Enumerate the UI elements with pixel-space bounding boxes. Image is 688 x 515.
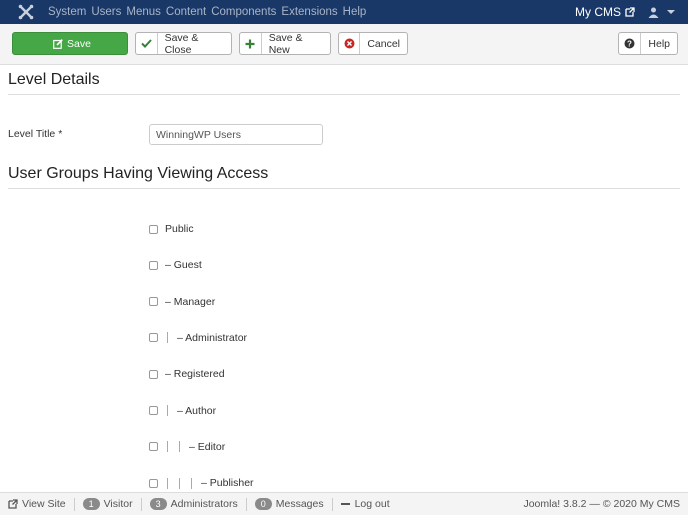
user-group-item[interactable]: Public — [149, 222, 194, 236]
menu-users[interactable]: Users — [91, 6, 121, 18]
tree-indent-bar — [167, 477, 168, 489]
menu-menus[interactable]: Menus — [126, 6, 161, 18]
group-label: – Publisher — [201, 477, 254, 490]
user-group-item[interactable]: – Editor — [149, 440, 225, 454]
site-name: My CMS — [575, 5, 621, 19]
toolbar: Save Save & Close Save & New Cancel ? He… — [0, 24, 688, 65]
group-checkbox[interactable] — [149, 369, 158, 379]
user-group-item[interactable]: – Publisher — [149, 476, 254, 490]
tree-indent-bar — [167, 405, 168, 416]
menu-extensions[interactable]: Extensions — [281, 6, 337, 18]
user-group-item[interactable]: – Registered — [149, 367, 225, 381]
logout-link[interactable]: Log out — [333, 498, 398, 511]
help-button[interactable]: ? Help — [618, 32, 678, 55]
logout-label: Log out — [354, 498, 390, 510]
cancel-label: Cancel — [367, 37, 400, 50]
group-label: – Guest — [165, 259, 202, 272]
menu-system[interactable]: System — [48, 6, 86, 18]
group-checkbox[interactable] — [149, 333, 158, 343]
user-groups-heading: User Groups Having Viewing Access — [8, 165, 269, 182]
help-label: Help — [648, 37, 670, 50]
visitors-link[interactable]: 1 Visitor — [75, 497, 142, 511]
group-label: – Editor — [189, 440, 226, 453]
admin-label: Administrators — [170, 498, 238, 510]
level-title-input[interactable] — [149, 124, 323, 145]
minus-icon — [340, 503, 350, 505]
status-bar: View Site 1 Visitor 3 Administrators 0 M… — [0, 492, 688, 515]
tree-indent-bar — [167, 332, 168, 344]
save-label: Save — [67, 37, 91, 50]
site-link[interactable]: My CMS — [575, 0, 635, 24]
visitor-count-badge: 1 — [82, 498, 100, 510]
messages-link[interactable]: 0 Messages — [247, 497, 333, 511]
user-group-item[interactable]: – Manager — [149, 295, 215, 309]
external-link-icon — [625, 7, 635, 17]
level-title-label: Level Title * — [8, 128, 63, 140]
edit-icon — [13, 33, 63, 54]
level-details-heading: Level Details — [8, 71, 100, 88]
menu-content[interactable]: Content — [166, 6, 206, 18]
external-link-icon — [8, 499, 18, 509]
tree-indent-bar — [179, 441, 180, 453]
menu-help[interactable]: Help — [343, 6, 367, 18]
group-label: – Author — [177, 404, 217, 417]
group-label: – Registered — [165, 368, 225, 381]
group-checkbox[interactable] — [149, 478, 158, 488]
save-close-button[interactable]: Save & Close — [135, 31, 232, 56]
cancel-icon — [339, 33, 361, 54]
plus-icon — [240, 33, 262, 54]
group-checkbox[interactable] — [149, 224, 158, 234]
checkmark-icon — [136, 33, 158, 54]
user-menu[interactable] — [648, 0, 676, 24]
group-label: – Administrator — [177, 331, 248, 344]
tree-indent-bar — [179, 477, 180, 489]
divider — [8, 188, 680, 189]
group-label: – Manager — [165, 295, 216, 308]
version-text: Joomla! 3.8.2 — © 2020 My CMS — [523, 498, 680, 510]
divider — [8, 94, 680, 95]
save-button[interactable]: Save — [12, 32, 128, 55]
joomla-logo-icon[interactable] — [17, 3, 35, 21]
view-site-link[interactable]: View Site — [0, 497, 75, 511]
user-group-item[interactable]: – Author — [149, 404, 216, 418]
admin-count-badge: 3 — [149, 498, 167, 510]
group-label: Public — [165, 223, 194, 235]
save-new-label: Save & New — [268, 31, 303, 56]
question-icon: ? — [619, 33, 642, 54]
message-count-badge: 0 — [254, 498, 272, 510]
svg-text:?: ? — [627, 39, 632, 48]
group-checkbox[interactable] — [149, 442, 158, 452]
group-checkbox[interactable] — [149, 406, 158, 415]
user-icon — [648, 7, 659, 18]
user-group-item[interactable]: – Administrator — [149, 331, 247, 345]
visitor-label: Visitor — [103, 498, 133, 510]
message-label: Messages — [275, 498, 324, 510]
caret-down-icon — [667, 10, 675, 14]
group-checkbox[interactable] — [149, 297, 158, 307]
main-menu: System Users Menus Content Components Ex… — [48, 0, 371, 24]
tree-indent-bar — [167, 441, 168, 453]
top-navbar: System Users Menus Content Components Ex… — [0, 0, 688, 24]
view-site-label: View Site — [22, 498, 66, 510]
user-group-item[interactable]: – Guest — [149, 258, 202, 272]
cancel-button[interactable]: Cancel — [338, 32, 408, 55]
tree-indent-bar — [191, 477, 192, 489]
save-close-label: Save & Close — [164, 31, 199, 56]
group-checkbox[interactable] — [149, 260, 158, 270]
menu-components[interactable]: Components — [211, 6, 276, 18]
administrators-link[interactable]: 3 Administrators — [142, 497, 247, 511]
save-new-button[interactable]: Save & New — [239, 31, 331, 56]
